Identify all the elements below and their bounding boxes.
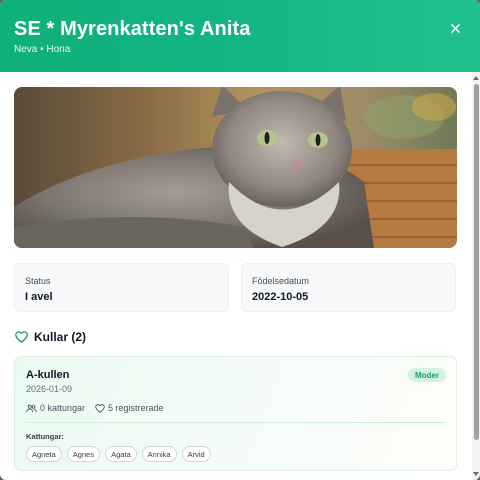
status-value: I avel [25, 291, 53, 303]
kitten-chip[interactable]: Agata [105, 446, 137, 462]
kitten-chip[interactable]: Agnes [66, 446, 101, 462]
heart-icon [95, 403, 105, 413]
cat-name-title: SE * Myrenkatten's Anita [14, 18, 251, 40]
scroll-down-icon[interactable] [473, 471, 479, 477]
role-badge: Moder [408, 368, 446, 382]
cat-photo [14, 87, 457, 248]
kitten-count-text: 0 kattungar [40, 403, 86, 413]
litter-date: 2026-01-09 [26, 384, 73, 394]
close-icon [450, 23, 460, 33]
modal-content[interactable]: Status I avel Födelsedatum 2022-10-05 Ku… [0, 72, 472, 480]
litter-stats: 0 kattungar 5 registrerade [26, 403, 174, 413]
cat-breed-gender: Neva • Hona [14, 44, 71, 55]
birthdate-label: Födelsedatum [252, 276, 310, 286]
birthdate-card: Födelsedatum 2022-10-05 [241, 263, 456, 312]
users-icon [26, 404, 37, 412]
scroll-up-icon[interactable] [473, 75, 479, 81]
scroll-thumb[interactable] [474, 84, 479, 440]
litters-section-title: Kullar (2) [15, 329, 86, 345]
kitten-count-stat: 0 kattungar [26, 403, 85, 413]
status-label: Status [25, 276, 51, 286]
kitten-chips: Agneta Agnes Agata Annika Arvid [26, 446, 216, 462]
status-card: Status I avel [14, 263, 229, 312]
kitten-chip[interactable]: Agneta [26, 446, 62, 462]
heart-icon [15, 331, 28, 343]
vertical-scrollbar[interactable] [472, 72, 480, 480]
modal-header: SE * Myrenkatten's Anita Neva • Hona [0, 0, 480, 72]
kitten-chip[interactable]: Arvid [181, 446, 211, 462]
litters-title-text: Kullar (2) [34, 330, 87, 344]
litter-divider [26, 422, 446, 423]
close-button[interactable] [445, 18, 465, 38]
litter-name: A-kullen [26, 369, 70, 381]
litter-card[interactable]: A-kullen 2026-01-09 Moder 0 kattungar 5 … [14, 356, 457, 471]
registered-text: 5 registrerade [108, 403, 164, 413]
birthdate-value: 2022-10-05 [252, 291, 309, 303]
kittens-label: Kattungar: [26, 432, 64, 441]
registered-stat: 5 registrerade [95, 403, 164, 413]
cat-details-modal: SE * Myrenkatten's Anita Neva • Hona Sta… [0, 0, 480, 480]
kitten-chip[interactable]: Annika [141, 446, 177, 462]
